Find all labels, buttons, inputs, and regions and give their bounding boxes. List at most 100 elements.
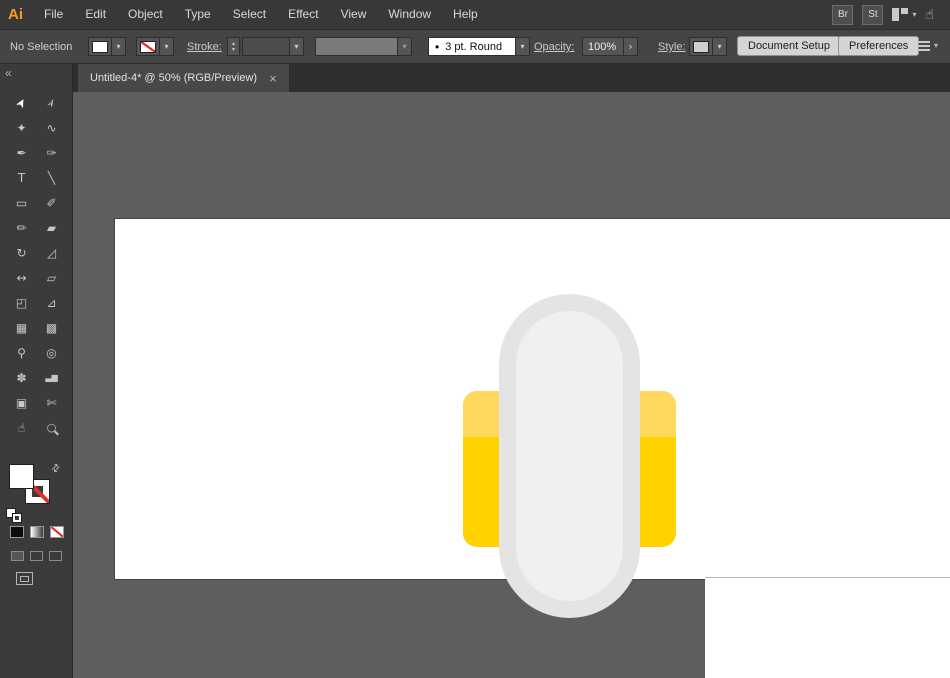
pill-inner [516,311,623,601]
draw-inside-button[interactable] [49,551,62,561]
document-tab[interactable]: Untitled-4* @ 50% (RGB/Preview) × [78,64,289,92]
gradient-button[interactable] [30,526,44,538]
brush-preview-dot: • [435,42,439,52]
shape-builder-tool[interactable]: ◰ [7,290,37,315]
draw-behind-button[interactable] [30,551,43,561]
blend-tool[interactable]: ◎ [37,340,67,365]
default-fill-stroke-icon[interactable] [6,508,21,522]
stock-button[interactable]: St [862,5,883,25]
free-transform-tool[interactable]: ▱ [37,265,67,290]
chevron-down-icon: ▾ [289,38,303,55]
color-button[interactable] [10,526,24,538]
brush-definition-select[interactable]: • 3 pt. Round [428,37,516,56]
pen-tool[interactable]: ✒ [7,140,37,165]
screen-mode-button[interactable] [16,572,33,585]
menu-window[interactable]: Window [377,0,442,29]
eraser-tool[interactable]: ▰ [37,215,67,240]
pen-tool-icon: ✒ [16,146,26,160]
slice-tool[interactable]: ✄ [37,390,67,415]
menu-list: FileEditObjectTypeSelectEffectViewWindow… [33,0,489,29]
line-segment-tool[interactable]: ╲ [37,165,67,190]
menu-type[interactable]: Type [174,0,222,29]
eyedropper-tool[interactable]: ⚲ [7,340,37,365]
paint-mode-row [0,526,73,538]
brush-dropdown-chevron[interactable]: ▾ [515,37,530,56]
document-tab-title: Untitled-4* @ 50% (RGB/Preview) [90,72,257,84]
brush-name: 3 pt. Round [445,41,502,53]
draw-normal-button[interactable] [11,551,24,561]
slice-tool-icon: ✄ [46,396,56,410]
menu-file[interactable]: File [33,0,74,29]
scale-tool[interactable]: ◿ [37,240,67,265]
none-button[interactable] [50,526,64,538]
type-tool[interactable]: T [7,165,37,190]
opacity-label[interactable]: Opacity: [534,41,574,53]
width-tool[interactable]: ↔ [7,265,37,290]
preferences-button[interactable]: Preferences [838,36,919,56]
paintbrush-tool-icon: ✐ [46,196,56,210]
stroke-label[interactable]: Stroke: [187,41,222,53]
appbar-right: Br St ▾ ☝ [832,5,934,25]
pencil-tool[interactable]: ✏ [7,215,37,240]
selection-tool[interactable]: ➤ [7,90,37,115]
menu-view[interactable]: View [330,0,378,29]
gradient-tool[interactable]: ▩ [37,315,67,340]
zoom-tool[interactable]: ○ [37,415,67,440]
hand-tool[interactable]: ☝ [7,415,37,440]
opacity-chevron[interactable]: › [623,37,638,56]
swap-fill-stroke-icon[interactable]: ⇄ [49,462,63,476]
gradient-tool-icon: ▩ [46,321,57,335]
width-profile-select[interactable]: ▾ [315,37,412,56]
style-select[interactable]: ▾ [689,37,727,56]
fill-swatch[interactable] [9,464,34,489]
stroke-color-dropdown[interactable]: ▾ [136,37,174,56]
touch-workspace-icon[interactable]: ☝ [925,7,934,23]
canvas-pasteboard[interactable] [73,92,950,678]
artboard-tool[interactable]: ▣ [7,390,37,415]
menu-help[interactable]: Help [442,0,489,29]
scale-tool-icon: ◿ [47,246,56,260]
menu-bar: Ai FileEditObjectTypeSelectEffectViewWin… [0,0,950,30]
close-tab-icon[interactable]: × [269,72,277,85]
pill-shape[interactable] [499,294,640,618]
control-bar: No Selection ▾ ▾ Stroke: ▴ ▾ ▾ ▾ • 3 pt.… [0,30,950,64]
menu-object[interactable]: Object [117,0,174,29]
menu-effect[interactable]: Effect [277,0,329,29]
menu-edit[interactable]: Edit [74,0,117,29]
curvature-tool[interactable]: ✑ [37,140,67,165]
stroke-weight-select[interactable]: ▾ [242,37,304,56]
fill-swatch [92,41,108,53]
style-swatch [693,41,709,53]
paintbrush-tool[interactable]: ✐ [37,190,67,215]
chevron-down-icon: ▾ [520,42,524,51]
perspective-grid-tool[interactable]: ⊿ [37,290,67,315]
style-label[interactable]: Style: [658,41,686,53]
direct-selection-tool[interactable]: ➢ [37,90,67,115]
fill-color-dropdown[interactable]: ▾ [88,37,126,56]
menu-select[interactable]: Select [222,0,277,29]
mesh-tool[interactable]: ▦ [7,315,37,340]
type-tool-icon: T [18,171,25,185]
bridge-button[interactable]: Br [832,5,853,25]
direct-selection-tool-icon: ➢ [43,95,60,110]
magic-wand-tool-icon: ✦ [16,121,26,135]
rectangle-tool[interactable]: ▭ [7,190,37,215]
control-panel-menu-icon[interactable]: ▾ [917,41,938,50]
symbol-sprayer-tool[interactable]: ✽ [7,365,37,390]
artboard-overflow [705,577,950,678]
rectangle-tool-icon: ▭ [16,196,27,210]
shape-builder-tool-icon: ◰ [16,296,27,310]
stroke-weight-stepper[interactable]: ▴ ▾ [227,37,240,56]
app-logo[interactable]: Ai [8,6,23,23]
column-graph-tool-icon: ▃▆ [45,373,57,382]
document-setup-button[interactable]: Document Setup [737,36,841,56]
collapse-panel-icon[interactable]: « [5,66,11,80]
free-transform-tool-icon: ▱ [47,271,56,285]
rotate-tool[interactable]: ↻ [7,240,37,265]
magic-wand-tool[interactable]: ✦ [7,115,37,140]
column-graph-tool[interactable]: ▃▆ [37,365,67,390]
workspace-switcher[interactable]: ▾ [892,8,916,21]
chevron-right-icon: › [628,41,632,52]
opacity-input[interactable] [582,37,624,56]
lasso-tool[interactable]: ∿ [37,115,67,140]
